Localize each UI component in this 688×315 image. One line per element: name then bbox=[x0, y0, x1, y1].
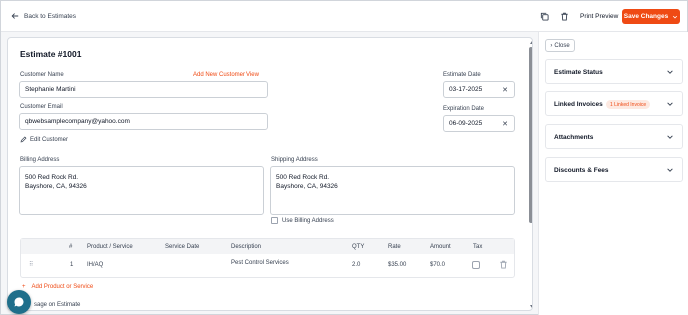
estimate-date-label: Estimate Date bbox=[443, 72, 481, 78]
add-product-button[interactable]: + Add Product or Service bbox=[22, 284, 93, 290]
estimate-card: Estimate #1001 Customer Name Add New Cus… bbox=[7, 37, 533, 311]
customer-email-label: Customer Email bbox=[20, 104, 63, 110]
billing-address-label: Billing Address bbox=[20, 157, 60, 163]
clear-estimate-date-icon[interactable]: ✕ bbox=[502, 86, 508, 94]
pencil-icon bbox=[20, 136, 27, 143]
header-number: # bbox=[69, 244, 73, 250]
delete-row-icon[interactable] bbox=[499, 260, 508, 269]
customer-email-value: qbwebsamplecompany@yahoo.com bbox=[25, 118, 130, 125]
page-title: Estimate #1001 bbox=[20, 49, 82, 59]
chevron-down-icon bbox=[667, 70, 673, 74]
top-bar: Back to Estimates Print Preview Save Cha… bbox=[1, 1, 687, 32]
accordion-attachments[interactable]: Attachments bbox=[545, 124, 683, 149]
edit-customer-button[interactable]: Edit Customer bbox=[20, 136, 68, 143]
billing-line-1: 500 Red Rock Rd. bbox=[25, 174, 79, 181]
edit-customer-label: Edit Customer bbox=[30, 136, 69, 143]
close-panel-button[interactable]: › Close bbox=[545, 39, 575, 52]
customer-name-label: Customer Name bbox=[20, 72, 64, 78]
shipping-line-2: Bayshore, CA, 94326 bbox=[276, 183, 338, 190]
right-panel: › Close Estimate Status Linked Invoices … bbox=[538, 32, 688, 315]
plus-icon: + bbox=[22, 284, 26, 290]
expiration-date-field[interactable]: 06-09-2025 ✕ bbox=[443, 115, 515, 132]
use-billing-label: Use Billing Address bbox=[282, 217, 334, 224]
billing-line-2: Bayshore, CA, 94326 bbox=[25, 183, 87, 190]
accordion-discounts-fees[interactable]: Discounts & Fees bbox=[545, 157, 683, 182]
accordion-title: Estimate Status bbox=[554, 69, 603, 76]
back-label: Back to Estimates bbox=[24, 12, 77, 20]
chat-bubble-button[interactable] bbox=[7, 290, 31, 314]
shipping-address-label: Shipping Address bbox=[271, 157, 318, 163]
close-label: Close bbox=[554, 42, 570, 49]
customer-name-field[interactable]: Stephanie Martini bbox=[19, 81, 268, 98]
drag-handle-icon[interactable]: ⠿ bbox=[29, 261, 33, 268]
row-qty[interactable]: 2.0 bbox=[352, 262, 360, 268]
shipping-address-field[interactable]: 500 Red Rock Rd. Bayshore, CA, 94326 bbox=[270, 166, 515, 215]
header-tax: Tax bbox=[473, 244, 483, 250]
table-header: # Product / Service Service Date Descrip… bbox=[21, 239, 514, 254]
scroll-up-icon[interactable] bbox=[530, 41, 532, 44]
estimate-date-value: 03-17-2025 bbox=[449, 86, 483, 93]
row-product[interactable]: IH/AQ bbox=[87, 262, 103, 268]
save-changes-button[interactable]: Save Changes bbox=[622, 9, 680, 24]
chevron-right-icon: › bbox=[550, 42, 553, 49]
customer-email-field[interactable]: qbwebsamplecompany@yahoo.com bbox=[19, 113, 268, 130]
header-rate: Rate bbox=[388, 244, 401, 250]
tax-checkbox[interactable] bbox=[472, 261, 480, 269]
add-product-label: Add Product or Service bbox=[31, 284, 94, 290]
customer-name-value: Stephanie Martini bbox=[25, 86, 76, 93]
row-description[interactable]: Pest Control Services bbox=[231, 260, 289, 266]
accordion-title: Linked Invoices bbox=[554, 101, 603, 108]
view-customer-link[interactable]: View bbox=[246, 72, 259, 78]
clear-expiration-date-icon[interactable]: ✕ bbox=[502, 120, 508, 128]
trash-icon[interactable] bbox=[558, 10, 570, 22]
row-amount: $70.0 bbox=[430, 262, 446, 268]
arrow-left-icon bbox=[11, 13, 19, 19]
header-product: Product / Service bbox=[87, 244, 133, 250]
accordion-title: Attachments bbox=[554, 134, 594, 141]
billing-address-field[interactable]: 500 Red Rock Rd. Bayshore, CA, 94326 bbox=[19, 166, 264, 215]
chevron-down-icon bbox=[667, 168, 673, 172]
header-description: Description bbox=[231, 244, 262, 250]
app-window: Back to Estimates Print Preview Save Cha… bbox=[0, 0, 688, 315]
shipping-line-1: 500 Red Rock Rd. bbox=[276, 174, 330, 181]
add-new-customer-link[interactable]: Add New Customer bbox=[193, 72, 245, 78]
expiration-date-value: 06-09-2025 bbox=[449, 120, 483, 127]
chevron-down-icon bbox=[667, 102, 673, 106]
estimate-date-field[interactable]: 03-17-2025 ✕ bbox=[443, 81, 515, 98]
copy-icon[interactable] bbox=[538, 10, 550, 22]
save-label: Save Changes bbox=[623, 13, 669, 20]
chat-icon bbox=[14, 297, 24, 307]
accordion-title: Discounts & Fees bbox=[554, 167, 609, 174]
scrollbar-thumb[interactable] bbox=[529, 47, 532, 223]
accordion-linked-invoices[interactable]: Linked Invoices 1 Linked Invoice bbox=[545, 91, 683, 116]
row-number: 1 bbox=[70, 262, 74, 268]
message-on-estimate-label: sage on Estimate bbox=[34, 302, 81, 308]
chevron-down-icon bbox=[673, 15, 678, 18]
header-amount: Amount bbox=[430, 244, 451, 250]
header-service-date: Service Date bbox=[165, 244, 200, 250]
line-items-table: # Product / Service Service Date Descrip… bbox=[20, 238, 515, 278]
scroll-down-icon[interactable] bbox=[530, 305, 532, 308]
chevron-down-icon bbox=[667, 135, 673, 139]
expiration-date-label: Expiration Date bbox=[443, 106, 485, 112]
checkbox-box[interactable] bbox=[271, 217, 278, 224]
linked-invoice-badge: 1 Linked Invoice bbox=[606, 100, 651, 109]
back-to-estimates-link[interactable]: Back to Estimates bbox=[11, 12, 76, 20]
row-rate[interactable]: $35.00 bbox=[388, 262, 406, 268]
header-qty: QTY bbox=[352, 244, 365, 250]
use-billing-address-checkbox[interactable]: Use Billing Address bbox=[271, 217, 334, 224]
print-preview-button[interactable]: Print Preview bbox=[580, 13, 618, 20]
accordion-estimate-status[interactable]: Estimate Status bbox=[545, 59, 683, 84]
